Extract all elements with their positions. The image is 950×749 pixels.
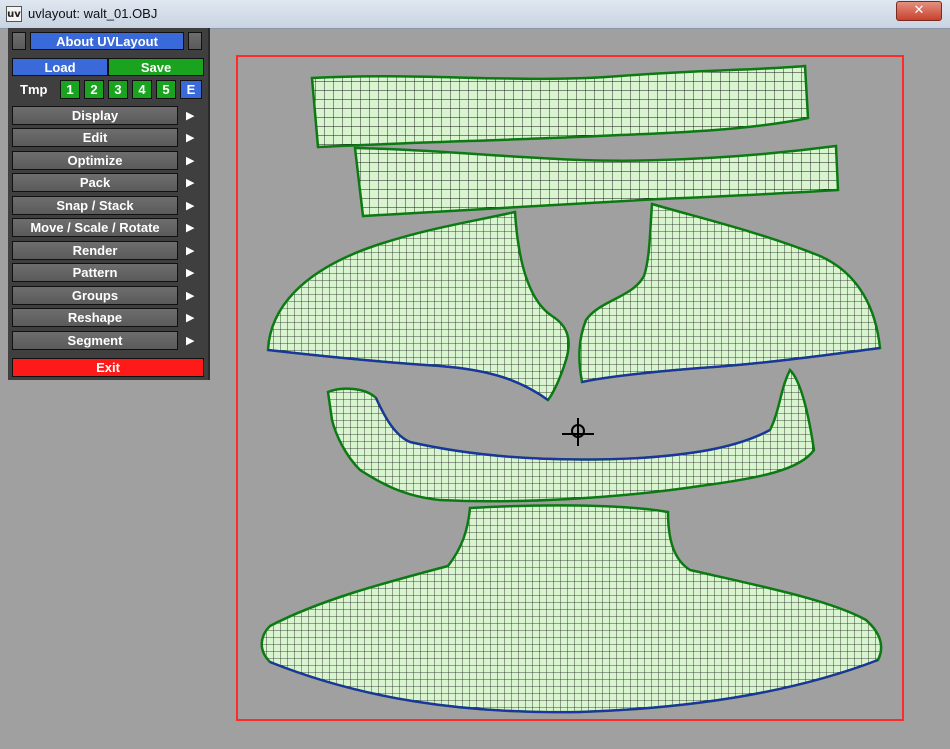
uv-shell-middle-band[interactable]: [353, 144, 840, 218]
uv-shell-bottom-skirt[interactable]: [260, 504, 883, 714]
uv-shell-right-wing[interactable]: [578, 202, 882, 384]
uv-shell-top-band[interactable]: [310, 64, 810, 149]
uv-viewport[interactable]: [0, 0, 950, 749]
uv-shell-left-wing[interactable]: [266, 210, 570, 402]
pivot-marker-icon[interactable]: [562, 418, 594, 446]
